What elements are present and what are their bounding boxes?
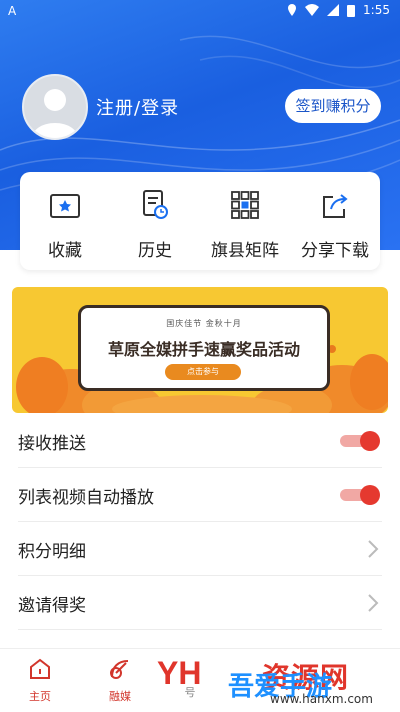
quick-action-label: 旗县矩阵	[211, 241, 279, 261]
promo-banner-title: 草原全媒拼手速赢奖品活动	[107, 340, 300, 359]
settings-row-invite[interactable]: 邀请得奖	[0, 576, 400, 630]
history-document-icon	[143, 190, 168, 219]
settings-row-label: 积分明细	[18, 542, 86, 562]
quick-actions-card: 收藏 历史 旗县矩阵 分享下载	[20, 172, 380, 270]
promo-banner-card: 国庆佳节 金秋十月 草原全媒拼手速赢奖品活动 点击参与	[78, 305, 330, 391]
promo-banner-cta-button[interactable]: 点击参与	[165, 364, 241, 380]
push-toggle[interactable]	[340, 431, 380, 451]
tab-label: 融媒	[109, 690, 131, 703]
login-link[interactable]: 注册/登录	[96, 94, 179, 120]
quick-action-county-matrix[interactable]: 旗县矩阵	[200, 188, 290, 261]
favorites-folder-icon	[50, 194, 80, 218]
status-bar: A 1:55	[0, 0, 400, 22]
promo-banner-subtitle: 国庆佳节 金秋十月	[166, 319, 242, 328]
quick-action-share-download[interactable]: 分享下载	[290, 188, 380, 261]
watermark-url: www.hanxm.com	[270, 692, 373, 706]
signin-earn-points-button[interactable]: 签到赚积分	[285, 89, 381, 123]
default-avatar-icon	[32, 89, 78, 138]
signal-icon	[327, 4, 340, 16]
chevron-right-icon	[368, 540, 379, 558]
quick-action-favorites[interactable]: 收藏	[20, 188, 110, 261]
quick-action-history[interactable]: 历史	[110, 188, 200, 261]
toggle-knob	[360, 485, 380, 505]
quick-action-label: 收藏	[48, 241, 82, 261]
matrix-grid-icon	[231, 191, 259, 219]
share-download-icon	[323, 194, 348, 218]
chevron-right-icon	[368, 594, 379, 612]
quick-action-label: 分享下载	[301, 241, 369, 261]
status-time: 1:55	[363, 3, 390, 17]
wifi-icon	[305, 4, 320, 16]
settings-row-label: 接收推送	[18, 434, 86, 454]
notification-icon: A	[8, 4, 17, 18]
settings-row-autoplay[interactable]: 列表视频自动播放	[0, 468, 400, 522]
settings-row-push[interactable]: 接收推送	[0, 414, 400, 468]
autoplay-toggle[interactable]	[340, 485, 380, 505]
row-divider	[18, 629, 382, 630]
settings-row-points[interactable]: 积分明细	[0, 522, 400, 576]
tab-media[interactable]: 融媒	[90, 657, 150, 704]
toggle-knob	[360, 431, 380, 451]
home-icon	[30, 658, 50, 679]
tab-home[interactable]: 主页	[10, 657, 70, 704]
tab-label: 主页	[29, 690, 51, 703]
quick-action-label: 历史	[138, 241, 172, 261]
watermark-logo-icon: YH	[157, 655, 201, 691]
location-icon	[288, 4, 297, 16]
satellite-dish-icon	[110, 660, 129, 679]
avatar[interactable]	[22, 74, 88, 140]
promo-banner[interactable]: 国庆佳节 金秋十月 草原全媒拼手速赢奖品活动 点击参与	[12, 287, 388, 413]
svg-text:YH: YH	[157, 655, 201, 691]
battery-icon	[347, 4, 356, 17]
settings-row-label: 列表视频自动播放	[18, 488, 154, 508]
settings-row-label: 邀请得奖	[18, 596, 86, 616]
